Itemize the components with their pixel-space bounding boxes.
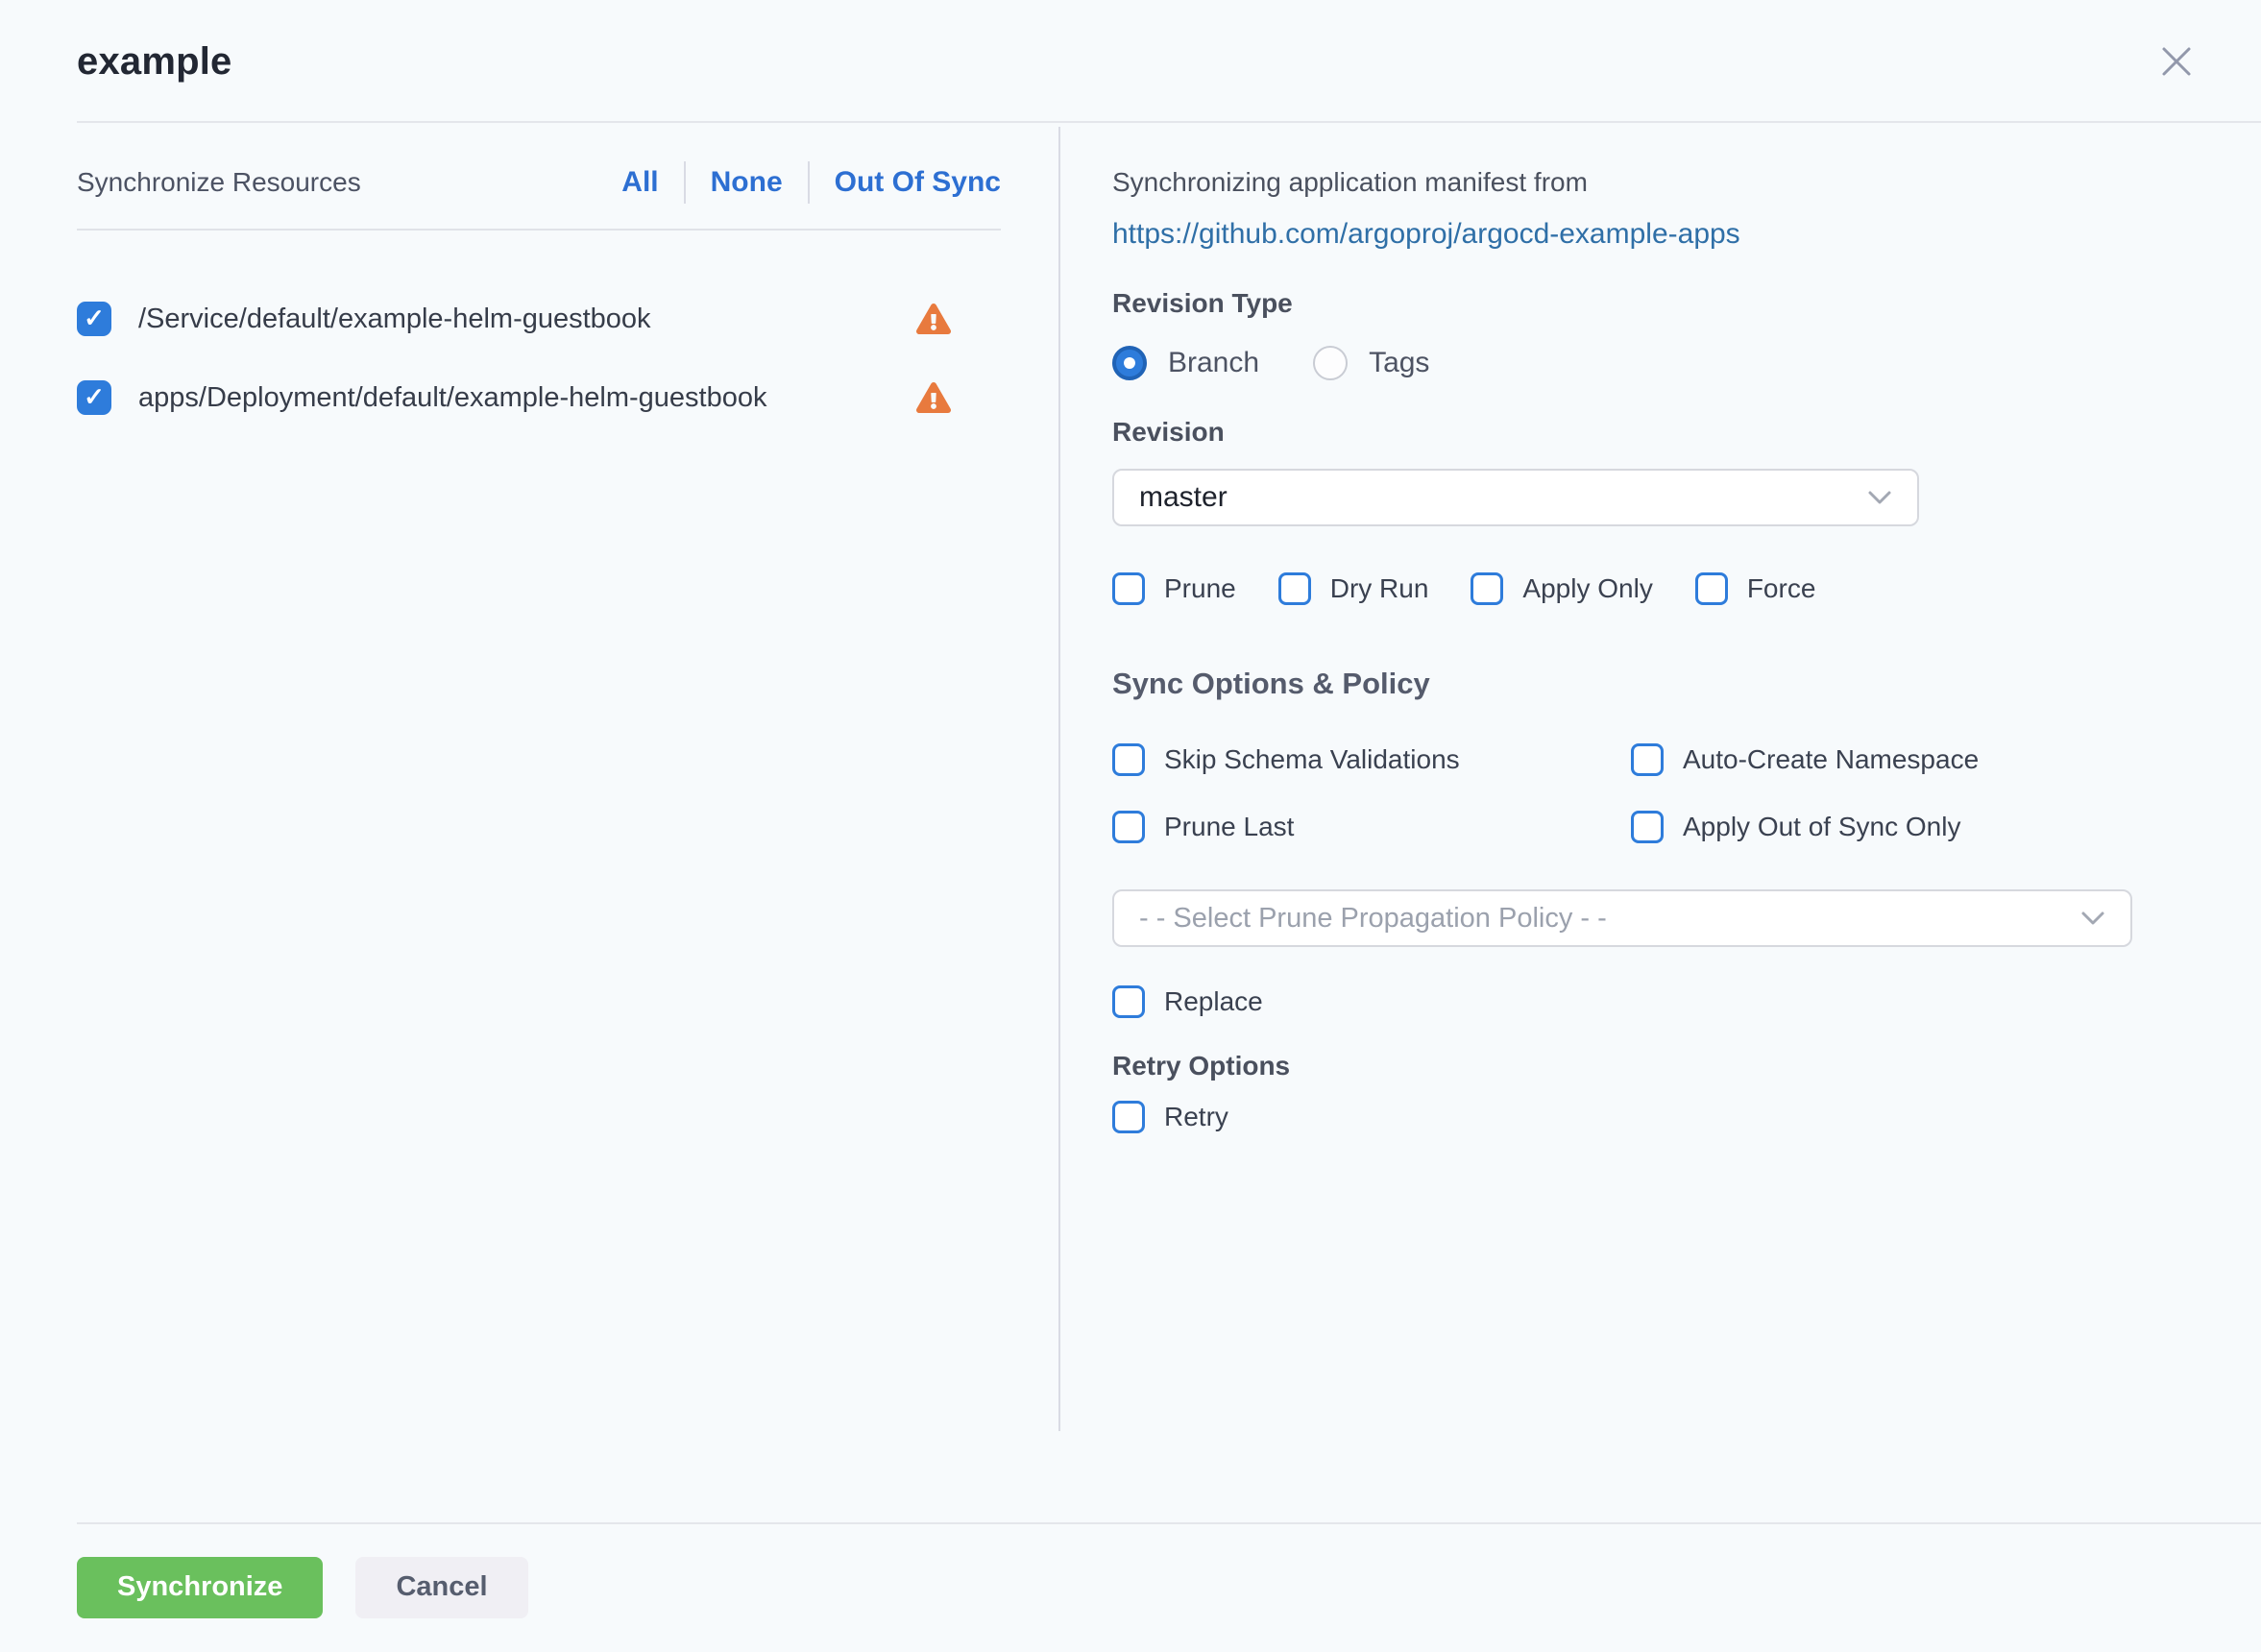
option-prune-last-label: Prune Last xyxy=(1164,812,1294,842)
flag-force[interactable]: Force xyxy=(1695,572,1816,605)
resource-label: apps/Deployment/default/example-helm-gue… xyxy=(138,382,766,414)
resource-list: /Service/default/example-helm-guestbook … xyxy=(77,292,1058,425)
resource-row: apps/Deployment/default/example-helm-gue… xyxy=(77,371,1001,425)
dialog-footer: Synchronize Cancel xyxy=(0,1522,2261,1652)
option-skip-schema-validations-checkbox[interactable] xyxy=(1112,743,1145,776)
sync-options-grid: Skip Schema Validations Auto-Create Name… xyxy=(1112,743,2146,843)
filter-none[interactable]: None xyxy=(711,166,783,199)
close-icon[interactable] xyxy=(2153,38,2200,85)
filter-all[interactable]: All xyxy=(621,166,658,199)
resource-label: /Service/default/example-helm-guestbook xyxy=(138,304,651,335)
sync-options-heading: Sync Options & Policy xyxy=(1112,667,2146,701)
revision-select-value: master xyxy=(1139,481,1228,514)
revision-label: Revision xyxy=(1112,417,2146,448)
dialog-header: example xyxy=(0,0,2261,123)
panel-divider xyxy=(1058,127,1060,1431)
sync-options-panel: Synchronizing application manifest from … xyxy=(1058,123,2261,1522)
option-apply-out-of-sync-only-checkbox[interactable] xyxy=(1631,811,1664,843)
flag-force-checkbox[interactable] xyxy=(1695,572,1728,605)
dialog-title: example xyxy=(77,40,232,84)
resource-checkbox[interactable] xyxy=(77,380,111,415)
option-replace[interactable]: Replace xyxy=(1112,985,2146,1018)
flag-dry-run[interactable]: Dry Run xyxy=(1278,572,1429,605)
filter-separator xyxy=(808,161,810,204)
dialog-body: Synchronize Resources All None Out Of Sy… xyxy=(0,123,2261,1522)
option-prune-last-checkbox[interactable] xyxy=(1112,811,1145,843)
cancel-button[interactable]: Cancel xyxy=(355,1557,527,1618)
radio-tags-label: Tags xyxy=(1369,347,1429,379)
option-apply-out-of-sync-only[interactable]: Apply Out of Sync Only xyxy=(1631,811,2146,843)
radio-branch[interactable]: Branch xyxy=(1112,346,1259,380)
filter-out-of-sync[interactable]: Out Of Sync xyxy=(835,166,1001,199)
chevron-down-icon xyxy=(1867,489,1892,506)
flag-dry-run-checkbox[interactable] xyxy=(1278,572,1311,605)
revision-select[interactable]: master xyxy=(1112,469,1919,526)
option-retry[interactable]: Retry xyxy=(1112,1101,2146,1133)
revision-type-radios: Branch Tags xyxy=(1112,346,2146,380)
resources-heading: Synchronize Resources xyxy=(77,167,361,198)
option-retry-checkbox[interactable] xyxy=(1112,1101,1145,1133)
filter-separator xyxy=(684,161,686,204)
chevron-down-icon xyxy=(2080,910,2105,927)
manifest-source-text: Synchronizing application manifest from xyxy=(1112,165,2146,200)
flag-prune-checkbox[interactable] xyxy=(1112,572,1145,605)
resource-filters: All None Out Of Sync xyxy=(621,161,1001,204)
revision-type-label: Revision Type xyxy=(1112,288,2146,319)
option-retry-label: Retry xyxy=(1164,1102,1228,1132)
resource-row: /Service/default/example-helm-guestbook xyxy=(77,292,1001,346)
radio-branch-control[interactable] xyxy=(1112,346,1147,380)
sync-flags: Prune Dry Run Apply Only Force xyxy=(1112,572,2146,605)
flag-apply-only[interactable]: Apply Only xyxy=(1471,572,1652,605)
option-auto-create-namespace[interactable]: Auto-Create Namespace xyxy=(1631,743,2146,776)
flag-apply-only-checkbox[interactable] xyxy=(1471,572,1503,605)
option-replace-label: Replace xyxy=(1164,986,1263,1017)
flag-dry-run-label: Dry Run xyxy=(1330,573,1429,604)
radio-tags[interactable]: Tags xyxy=(1313,346,1429,380)
flag-prune-label: Prune xyxy=(1164,573,1236,604)
manifest-url-link[interactable]: https://github.com/argoproj/argocd-examp… xyxy=(1112,215,2146,254)
resource-checkbox[interactable] xyxy=(77,302,111,336)
resources-panel: Synchronize Resources All None Out Of Sy… xyxy=(0,123,1058,1522)
option-replace-checkbox[interactable] xyxy=(1112,985,1145,1018)
radio-branch-label: Branch xyxy=(1168,347,1259,379)
warning-triangle-icon xyxy=(916,382,951,413)
option-skip-schema-validations[interactable]: Skip Schema Validations xyxy=(1112,743,1631,776)
option-auto-create-namespace-checkbox[interactable] xyxy=(1631,743,1664,776)
synchronize-button[interactable]: Synchronize xyxy=(77,1557,323,1618)
option-skip-schema-validations-label: Skip Schema Validations xyxy=(1164,744,1460,775)
prune-propagation-policy-select[interactable]: - - Select Prune Propagation Policy - - xyxy=(1112,889,2132,947)
warning-triangle-icon xyxy=(916,304,951,334)
retry-options-heading: Retry Options xyxy=(1112,1051,2146,1081)
flag-force-label: Force xyxy=(1747,573,1816,604)
prune-propagation-policy-placeholder: - - Select Prune Propagation Policy - - xyxy=(1139,903,1607,935)
radio-tags-control[interactable] xyxy=(1313,346,1348,380)
flag-apply-only-label: Apply Only xyxy=(1522,573,1652,604)
sync-dialog: example Synchronize Resources All None O… xyxy=(0,0,2261,1652)
option-prune-last[interactable]: Prune Last xyxy=(1112,811,1631,843)
option-apply-out-of-sync-only-label: Apply Out of Sync Only xyxy=(1683,812,1960,842)
flag-prune[interactable]: Prune xyxy=(1112,572,1236,605)
option-auto-create-namespace-label: Auto-Create Namespace xyxy=(1683,744,1979,775)
resources-header: Synchronize Resources All None Out Of Sy… xyxy=(77,123,1001,231)
